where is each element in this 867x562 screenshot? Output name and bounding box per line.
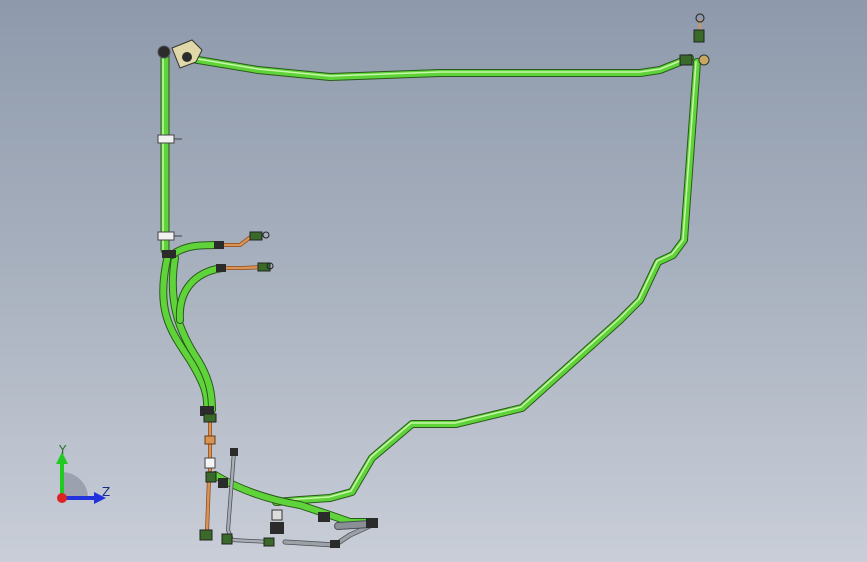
left-curved-bundle [159,241,226,414]
y-axis-label: Y [59,443,67,457]
copper-branches [205,19,701,534]
3d-viewport[interactable]: Y Z [0,0,867,562]
z-axis-label: Z [102,485,111,499]
left-vertical-tube [160,50,170,255]
fittings [157,13,710,548]
x-axis-dot [57,493,67,503]
pipe-assembly-model[interactable] [0,0,867,562]
orientation-triad: Y Z [48,440,118,510]
top-tube [182,54,694,81]
right-tube [272,58,701,506]
triad-plane [62,472,88,498]
